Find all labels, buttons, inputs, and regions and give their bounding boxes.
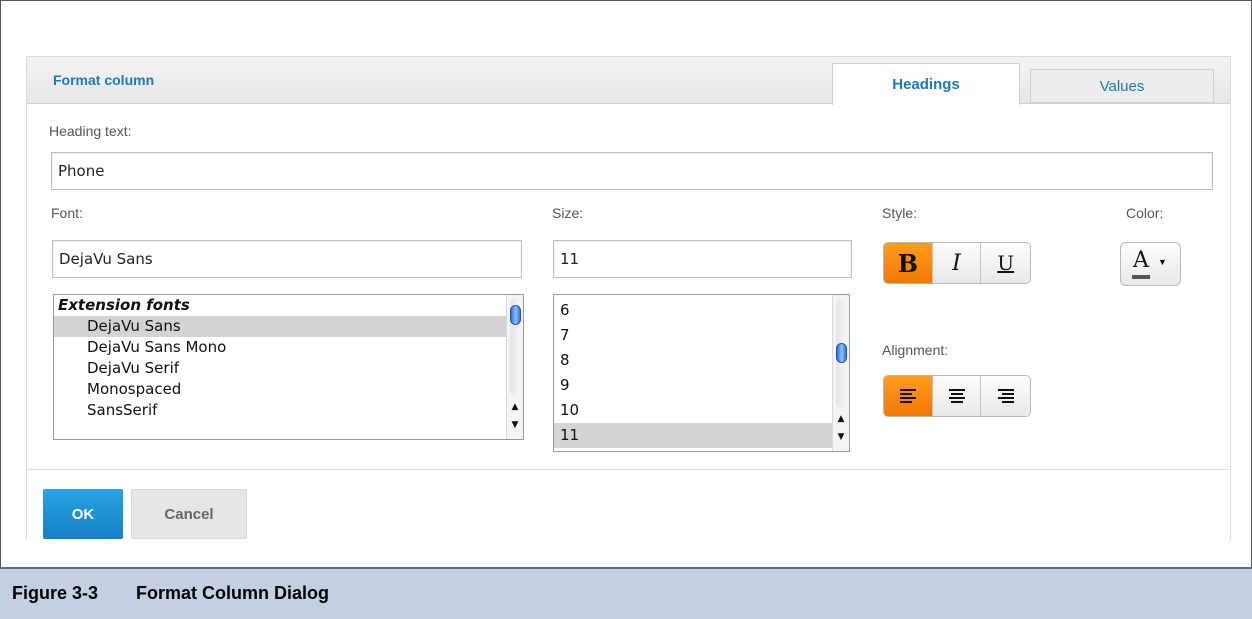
- size-listbox[interactable]: 6 7 8 9 10 11 ▲ ▼: [553, 294, 850, 452]
- format-column-dialog: Format column Headings Values Heading te…: [26, 56, 1231, 541]
- font-group-header: Extension fonts: [58, 296, 190, 314]
- heading-text-input[interactable]: [51, 152, 1213, 190]
- tab-values[interactable]: Values: [1030, 69, 1214, 103]
- font-color-button[interactable]: A ▼: [1120, 242, 1181, 286]
- size-option-7[interactable]: 7: [554, 323, 849, 348]
- heading-text-label: Heading text:: [49, 123, 132, 139]
- font-scroll-down-icon[interactable]: ▼: [509, 419, 521, 431]
- style-button-group: B I U: [883, 242, 1031, 284]
- size-input[interactable]: [553, 240, 852, 278]
- align-left-icon[interactable]: [884, 376, 933, 416]
- font-label: Font:: [51, 205, 83, 221]
- figure-caption: Figure 3-3 Format Column Dialog: [0, 567, 1252, 619]
- font-list-scrollbar[interactable]: ▲ ▼: [506, 295, 523, 439]
- size-option-10[interactable]: 10: [554, 398, 849, 423]
- dialog-header: Format column Headings Values: [27, 57, 1230, 105]
- font-scroll-up-icon[interactable]: ▲: [509, 401, 521, 413]
- figure-title: Format Column Dialog: [136, 583, 329, 603]
- size-option-11[interactable]: 11: [554, 423, 849, 448]
- dialog-footer: OK Cancel: [27, 469, 1230, 541]
- font-option-dejavu-serif[interactable]: DejaVu Serif: [54, 358, 523, 379]
- font-option-monospaced[interactable]: Monospaced: [54, 379, 523, 400]
- align-right-icon[interactable]: [981, 376, 1030, 416]
- figure-number: Figure 3-3: [12, 583, 99, 603]
- size-label: Size:: [552, 205, 584, 221]
- size-scroll-up-icon[interactable]: ▲: [835, 413, 847, 425]
- cancel-button[interactable]: Cancel: [131, 489, 247, 539]
- font-color-icon: A: [1133, 248, 1149, 273]
- alignment-button-group: [883, 375, 1031, 417]
- tab-headings[interactable]: Headings: [832, 63, 1020, 105]
- italic-icon[interactable]: I: [933, 243, 982, 283]
- font-color-glyph: A: [1133, 248, 1149, 273]
- size-option-9[interactable]: 9: [554, 373, 849, 398]
- ok-button[interactable]: OK: [43, 489, 123, 539]
- font-option-sansserif[interactable]: SansSerif: [54, 400, 523, 421]
- underline-icon[interactable]: U: [981, 243, 1030, 283]
- font-option-dejavu-sans-mono[interactable]: DejaVu Sans Mono: [54, 337, 523, 358]
- font-color-swatch: [1132, 275, 1150, 279]
- color-label: Color:: [1126, 205, 1164, 221]
- size-scroll-thumb[interactable]: [836, 343, 847, 363]
- font-listbox[interactable]: Extension fonts DejaVu Sans DejaVu Sans …: [53, 294, 524, 440]
- size-scroll-down-icon[interactable]: ▼: [835, 431, 847, 443]
- alignment-label: Alignment:: [882, 342, 949, 358]
- align-center-icon[interactable]: [933, 376, 982, 416]
- size-list-scrollbar[interactable]: ▲ ▼: [832, 295, 849, 451]
- font-input[interactable]: [52, 240, 522, 278]
- size-option-6[interactable]: 6: [554, 298, 849, 323]
- dialog-title: Format column: [53, 72, 155, 88]
- size-option-8[interactable]: 8: [554, 348, 849, 373]
- font-scroll-thumb[interactable]: [510, 305, 521, 325]
- chevron-down-icon: ▼: [1158, 257, 1167, 267]
- style-label: Style:: [882, 205, 918, 221]
- bold-icon[interactable]: B: [884, 243, 933, 283]
- font-option-dejavu-sans[interactable]: DejaVu Sans: [54, 316, 523, 337]
